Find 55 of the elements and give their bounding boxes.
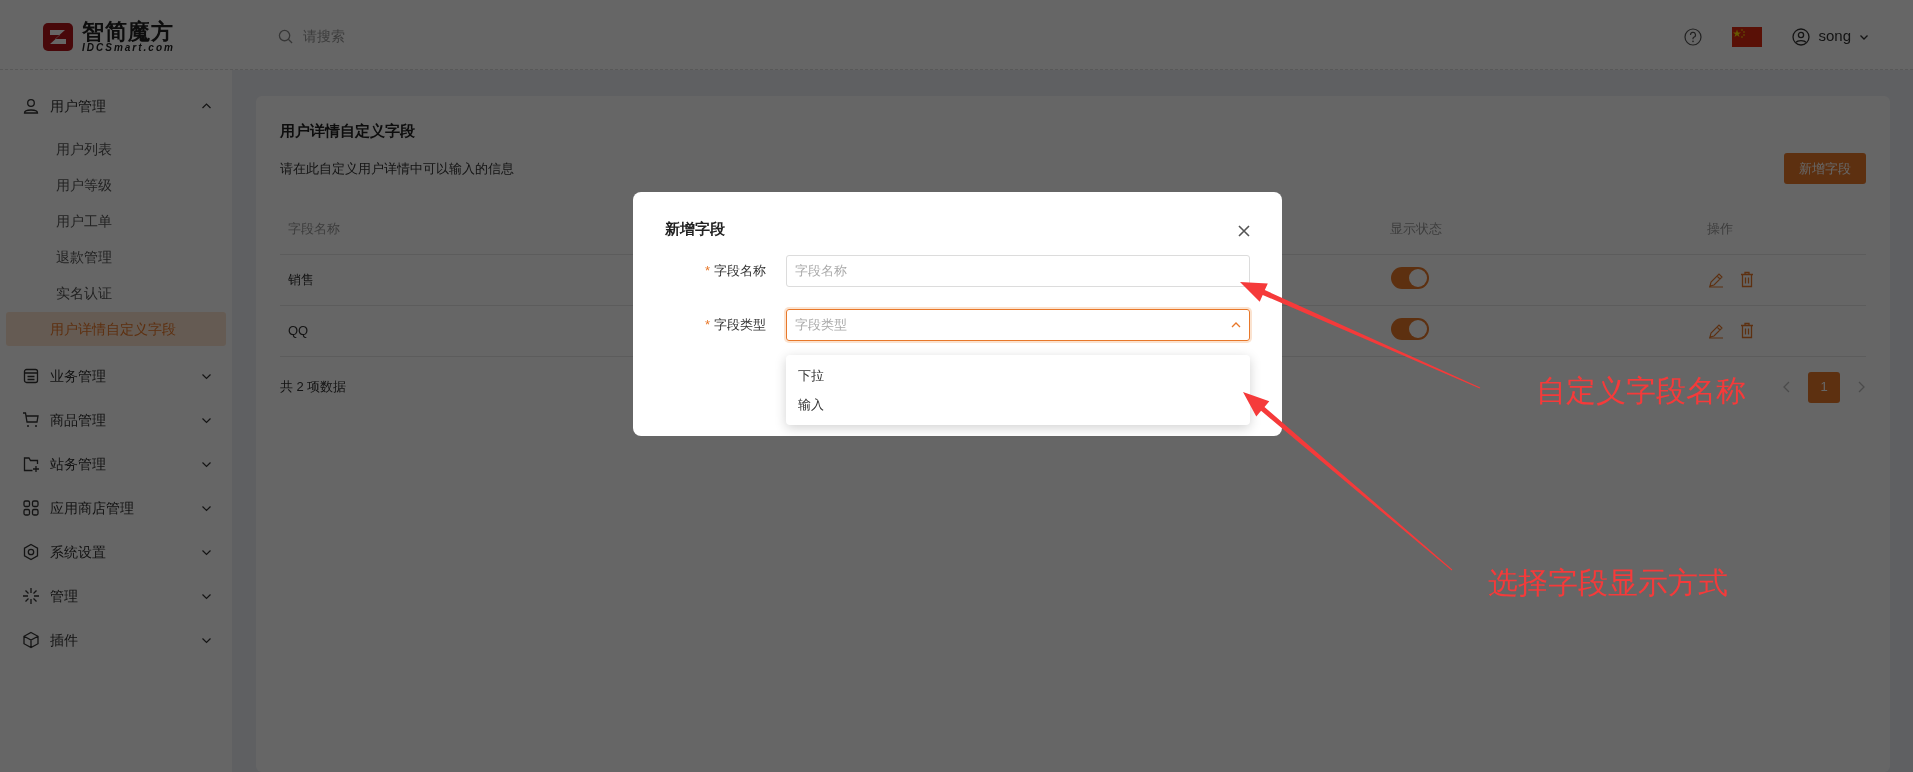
folder-plus-icon [22,455,40,473]
grid-icon [22,499,40,517]
sidebar-item[interactable]: 应用商店管理 [0,490,232,526]
sidebar-item[interactable]: 业务管理 [0,358,232,394]
user-icon [22,97,40,115]
table-cell: QQ [288,322,309,338]
table-cell: 销售 [288,271,314,287]
calendar-icon [22,367,40,385]
edit-icon[interactable] [1708,271,1725,288]
total-count: 共 2 项数据 [280,378,347,397]
edit-icon[interactable] [1708,322,1725,339]
dropdown-option[interactable]: 下拉 [786,361,1250,390]
sidebar-subitem[interactable]: 用户列表 [6,132,226,166]
logo-text: 智简魔方 [82,20,175,43]
user-avatar-icon[interactable] [1792,27,1811,46]
sidebar-item[interactable]: 商品管理 [0,402,232,438]
field-label: * 字段类型 [704,316,766,332]
logo-domain: IDCSmart.com [82,42,175,53]
sidebar-subitem[interactable]: 用户工单 [6,204,226,238]
dialog-title: 新增字段 [665,219,725,239]
sidebar-item[interactable]: 站务管理 [0,446,232,482]
sidebar-subitem[interactable]: 退款管理 [6,240,226,274]
page-button[interactable]: 1 [1808,371,1840,403]
cart-icon [22,411,40,429]
add-field-button[interactable]: 新增字段 [1784,152,1866,184]
cube-icon [22,631,40,649]
chevron-up-icon [1231,320,1241,329]
select-field[interactable]: 字段类型 [786,308,1250,341]
sidebar-item[interactable]: 插件 [0,622,232,658]
search-icon [278,29,293,44]
sidebar-subitem[interactable]: 用户等级 [6,168,226,202]
chevron-right-icon[interactable] [1856,381,1866,393]
annotation-text: 选择字段显示方式 [1488,568,1728,598]
annotation-text: 自定义字段名称 [1536,376,1746,406]
trash-icon[interactable] [1740,271,1755,288]
logo-icon [42,21,74,52]
user-name[interactable]: song [1818,25,1851,48]
sidebar-item[interactable]: 管理 [0,578,232,614]
field-label: * 字段名称 [704,262,766,278]
chevron-left-icon[interactable] [1782,381,1792,393]
page-title: 用户详情自定义字段 [280,121,416,141]
flag-icon[interactable] [1732,26,1763,47]
text-input-field[interactable]: 字段名称 [786,254,1250,287]
toggle-switch[interactable] [1391,317,1430,340]
sidebar-item[interactable]: 系统设置 [0,534,232,570]
sidebar-subitem[interactable]: 实名认证 [6,276,226,310]
settings-icon [22,543,40,561]
sidebar-item[interactable]: 用户管理 [0,88,232,124]
toggle-switch[interactable] [1391,266,1430,289]
sparkle-icon [22,587,40,605]
help-icon[interactable] [1684,27,1703,46]
dropdown-option[interactable]: 输入 [786,390,1250,419]
sidebar-subitem[interactable]: 用户详情自定义字段 [6,312,226,346]
trash-icon[interactable] [1740,322,1755,339]
page-description: 请在此自定义用户详情中可以输入的信息 [280,159,514,178]
